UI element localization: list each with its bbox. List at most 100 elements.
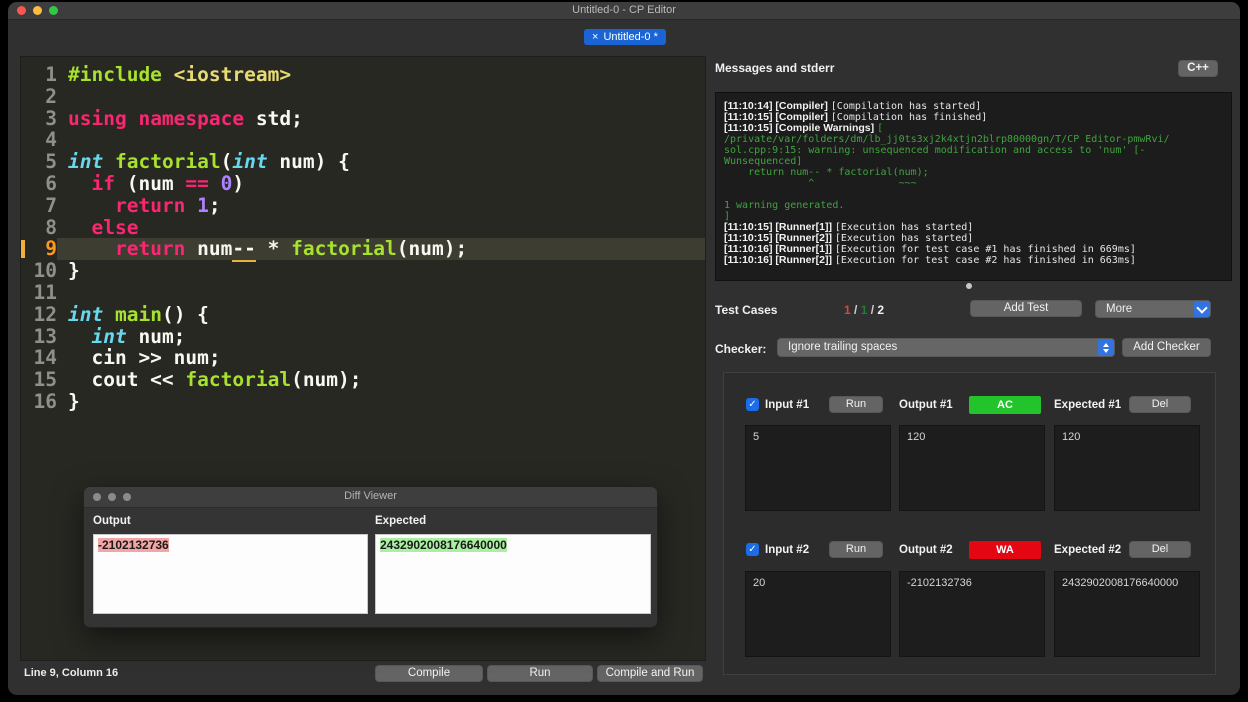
code-text: #include <iostream> bbox=[68, 63, 292, 86]
code-line[interactable]: 10} bbox=[21, 260, 705, 282]
diff-viewer-titlebar: Diff Viewer bbox=[84, 487, 657, 508]
app-window: Untitled-0 - CP Editor × Untitled-0 * 1 #i… bbox=[8, 2, 1240, 695]
input-label-1: Input #1 bbox=[765, 399, 810, 411]
test-cases-label: Test Cases bbox=[715, 303, 778, 317]
code-line[interactable]: 13 int num; bbox=[21, 324, 705, 348]
code-line[interactable]: 12 int main() { bbox=[21, 302, 705, 326]
log-line: [11:10:14] [Compiler] [Compilation has s… bbox=[724, 100, 982, 113]
line-number: 2 bbox=[45, 84, 57, 108]
line-number: 4 bbox=[45, 128, 57, 152]
code-text: int main() { bbox=[68, 302, 209, 326]
line-number: 13 bbox=[33, 324, 57, 348]
code-line[interactable]: 15 cout << factorial(num); bbox=[21, 369, 705, 391]
code-text: return num-- * factorial(num); bbox=[57, 237, 705, 263]
verdict-badge-1[interactable]: AC bbox=[969, 396, 1041, 414]
log-line: [11:10:16] [Runner[1]] [Execution for te… bbox=[724, 243, 1136, 256]
language-button[interactable]: C++ bbox=[1178, 60, 1218, 77]
code-line[interactable]: 9 return num-- * factorial(num); bbox=[21, 237, 705, 263]
code-line[interactable]: 16} bbox=[21, 391, 705, 413]
code-text: else bbox=[91, 215, 139, 239]
line-number: 7 bbox=[45, 193, 57, 217]
run-test-button-1[interactable]: Run bbox=[829, 396, 883, 413]
line-number: 3 bbox=[45, 106, 57, 130]
code-line[interactable]: 3 using namespace std; bbox=[21, 106, 705, 130]
cursor-position-status: Line 9, Column 16 bbox=[24, 667, 119, 679]
delete-test-button-1[interactable]: Del bbox=[1129, 396, 1191, 413]
add-test-button[interactable]: Add Test bbox=[970, 300, 1082, 317]
verdict-badge-2[interactable]: WA bbox=[969, 541, 1041, 559]
line-number: 6 bbox=[45, 171, 57, 195]
diff-output-value: -2102132736 bbox=[98, 538, 169, 552]
add-checker-button[interactable]: Add Checker bbox=[1122, 338, 1211, 357]
code-lines: 1 #include <iostream> 2 3 using namespace st… bbox=[21, 64, 705, 413]
output-area-2[interactable]: -2102132736 bbox=[899, 571, 1045, 657]
messages-log[interactable]: [11:10:14] [Compiler] [Compilation has s… bbox=[715, 92, 1232, 281]
log-line: ^ ~~~ bbox=[724, 178, 917, 189]
log-line: /private/var/folders/dm/lb_jj0ts3xj2k4xt… bbox=[724, 134, 1170, 145]
code-line[interactable]: 8 else bbox=[21, 215, 705, 239]
log-line: return num-- * factorial(num); bbox=[724, 167, 929, 178]
line-number: 15 bbox=[33, 368, 57, 392]
test-checkbox-1[interactable]: ✓ bbox=[746, 398, 759, 411]
compile-and-run-button[interactable]: Compile and Run bbox=[597, 665, 703, 682]
diff-expected-label: Expected bbox=[375, 515, 427, 527]
tab-close-icon[interactable]: × bbox=[592, 31, 598, 43]
input-area-1[interactable]: 5 bbox=[745, 425, 891, 511]
code-text: } bbox=[68, 259, 80, 283]
input-area-2[interactable]: 20 bbox=[745, 571, 891, 657]
diff-expected-value: 2432902008176640000 bbox=[380, 538, 507, 552]
run-button[interactable]: Run bbox=[487, 665, 593, 682]
verdict-counts: 1 / 1 / 2 bbox=[844, 303, 885, 317]
run-test-button-2[interactable]: Run bbox=[829, 541, 883, 558]
diff-output-label: Output bbox=[93, 515, 131, 527]
test-checkbox-2[interactable]: ✓ bbox=[746, 543, 759, 556]
diff-output-pane[interactable]: -2102132736 bbox=[93, 534, 368, 614]
expected-area-1[interactable]: 120 bbox=[1054, 425, 1200, 511]
code-text: cout << factorial(num); bbox=[68, 368, 362, 392]
line-number: 9 bbox=[45, 237, 57, 261]
messages-header: Messages and stderr bbox=[715, 61, 835, 75]
input-label-2: Input #2 bbox=[765, 544, 810, 556]
log-line: [11:10:16] [Runner[2]] [Execution for te… bbox=[724, 254, 1136, 267]
line-number: 16 bbox=[33, 389, 57, 413]
test-cases-container: ✓ Input #1 Output #1 Expected #1 Run AC Del 5 12… bbox=[723, 372, 1216, 675]
code-line[interactable]: 7 return 1; bbox=[21, 193, 705, 217]
chevron-down-icon bbox=[1194, 301, 1210, 317]
code-line[interactable]: 4 bbox=[21, 129, 705, 151]
checker-dropdown-value: Ignore trailing spaces bbox=[788, 341, 898, 353]
expected-area-2[interactable]: 2432902008176640000 bbox=[1054, 571, 1200, 657]
delete-test-button-2[interactable]: Del bbox=[1129, 541, 1191, 558]
code-line[interactable]: 2 bbox=[21, 84, 705, 108]
line-number: 14 bbox=[33, 346, 57, 370]
line-number: 1 bbox=[45, 63, 57, 86]
current-line-marker bbox=[21, 240, 25, 259]
expected-label-1: Expected #1 bbox=[1054, 399, 1122, 411]
diff-viewer-window: Diff Viewer Output Expected -2102132736 … bbox=[83, 486, 658, 628]
line-number: 8 bbox=[45, 215, 57, 239]
code-text: int factorial(int num) { bbox=[68, 150, 350, 174]
log-line: 1 warning generated. bbox=[724, 200, 845, 211]
compile-button[interactable]: Compile bbox=[375, 665, 483, 682]
tab-untitled-0[interactable]: × Untitled-0 * bbox=[584, 29, 666, 45]
output-area-1[interactable]: 120 bbox=[899, 425, 1045, 511]
code-line[interactable]: 5 int factorial(int num) { bbox=[21, 151, 705, 173]
diff-expected-pane[interactable]: 2432902008176640000 bbox=[375, 534, 651, 614]
splitter-handle[interactable] bbox=[966, 283, 972, 289]
code-line[interactable]: 6 if (num == 0) bbox=[21, 173, 705, 195]
checker-dropdown[interactable]: Ignore trailing spaces bbox=[777, 338, 1115, 357]
screen: Untitled-0 - CP Editor × Untitled-0 * 1 #i… bbox=[0, 0, 1248, 702]
output-label-1: Output #1 bbox=[899, 399, 953, 411]
window-title: Untitled-0 - CP Editor bbox=[572, 4, 676, 16]
diff-viewer-title: Diff Viewer bbox=[344, 490, 397, 502]
code-line[interactable]: 1 #include <iostream> bbox=[21, 64, 705, 86]
code-text: using namespace std; bbox=[68, 106, 303, 130]
more-dropdown[interactable]: More bbox=[1095, 300, 1211, 318]
code-text: cin >> num; bbox=[68, 346, 221, 370]
code-text: if (num == 0) bbox=[91, 171, 245, 195]
log-line: [11:10:15] [Runner[1]] [Execution has st… bbox=[724, 221, 974, 234]
code-line[interactable]: 11 bbox=[21, 282, 705, 304]
code-line[interactable]: 14 cin >> num; bbox=[21, 347, 705, 369]
code-text: int num; bbox=[91, 324, 186, 348]
